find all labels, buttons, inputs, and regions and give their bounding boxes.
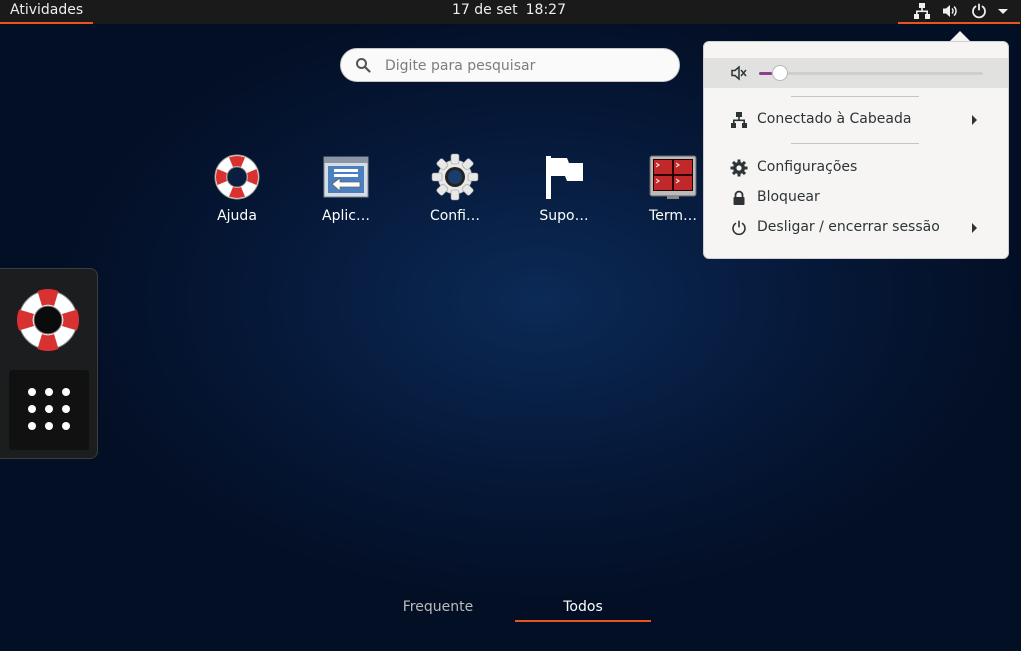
submenu-arrow-icon bbox=[972, 115, 977, 125]
clock-time: 18:27 bbox=[525, 2, 566, 18]
app-help[interactable]: Ajuda bbox=[187, 153, 287, 233]
app-settings[interactable]: Confi… bbox=[405, 153, 505, 233]
volume-slider[interactable] bbox=[759, 65, 983, 81]
submenu-arrow-icon bbox=[972, 223, 977, 233]
menu-separator bbox=[791, 143, 919, 144]
menu-item-lock[interactable]: Bloquear bbox=[704, 184, 1008, 212]
volume-muted-icon[interactable] bbox=[730, 64, 748, 82]
applications-window-icon bbox=[323, 156, 369, 198]
app-applications[interactable]: Aplic… bbox=[296, 153, 396, 233]
activities-button[interactable]: Atividades bbox=[0, 0, 94, 24]
menu-item-label: Configurações bbox=[757, 159, 858, 175]
lock-icon bbox=[733, 190, 745, 205]
power-icon bbox=[732, 220, 746, 236]
app-support[interactable]: Supo… bbox=[514, 153, 614, 233]
gear-icon bbox=[730, 159, 748, 177]
dash bbox=[0, 268, 98, 459]
settings-gear-icon bbox=[431, 153, 479, 201]
volume-slider-handle[interactable] bbox=[772, 65, 788, 81]
menu-item-settings[interactable]: Configurações bbox=[704, 154, 1008, 182]
app-label: Confi… bbox=[429, 208, 481, 224]
menu-item-power-off[interactable]: Desligar / encerrar sessão bbox=[704, 214, 1008, 242]
help-lifebuoy-icon bbox=[214, 154, 260, 200]
menu-item-label: Desligar / encerrar sessão bbox=[757, 219, 940, 235]
show-applications-button[interactable] bbox=[9, 370, 89, 450]
flag-icon bbox=[546, 156, 583, 199]
search-icon bbox=[356, 58, 371, 73]
tab-all[interactable]: Todos bbox=[515, 596, 651, 622]
top-bar: Atividades 17 de set 18:27 bbox=[0, 0, 1021, 24]
volume-row bbox=[704, 58, 1008, 88]
menu-separator bbox=[791, 96, 919, 97]
menu-item-label: Conectado à Cabeada bbox=[757, 111, 912, 127]
menu-item-network[interactable]: Conectado à Cabeada bbox=[704, 106, 1008, 134]
help-lifebuoy-icon[interactable] bbox=[17, 289, 79, 351]
network-icon bbox=[914, 3, 930, 19]
volume-icon bbox=[943, 5, 957, 17]
app-label: Aplic… bbox=[322, 208, 370, 224]
search-input[interactable] bbox=[383, 55, 667, 77]
menu-item-label: Bloquear bbox=[757, 189, 820, 205]
tab-frequent[interactable]: Frequente bbox=[370, 596, 506, 622]
search-bar[interactable] bbox=[340, 48, 680, 82]
terminal-icon bbox=[649, 155, 697, 199]
grid-dots-icon bbox=[28, 388, 70, 430]
menu-arrow-icon bbox=[998, 9, 1008, 14]
power-icon bbox=[972, 3, 986, 19]
volume-slider-fill bbox=[759, 72, 772, 75]
app-label: Supo… bbox=[539, 208, 589, 224]
app-label: Ajuda bbox=[217, 208, 257, 224]
clock[interactable]: 17 de set 18:27 bbox=[452, 0, 574, 20]
system-tray[interactable] bbox=[898, 0, 1020, 24]
wired-network-icon bbox=[731, 112, 747, 128]
clock-date: 17 de set bbox=[452, 2, 518, 18]
system-menu: Conectado à Cabeada Configurações Bloque… bbox=[703, 41, 1009, 259]
